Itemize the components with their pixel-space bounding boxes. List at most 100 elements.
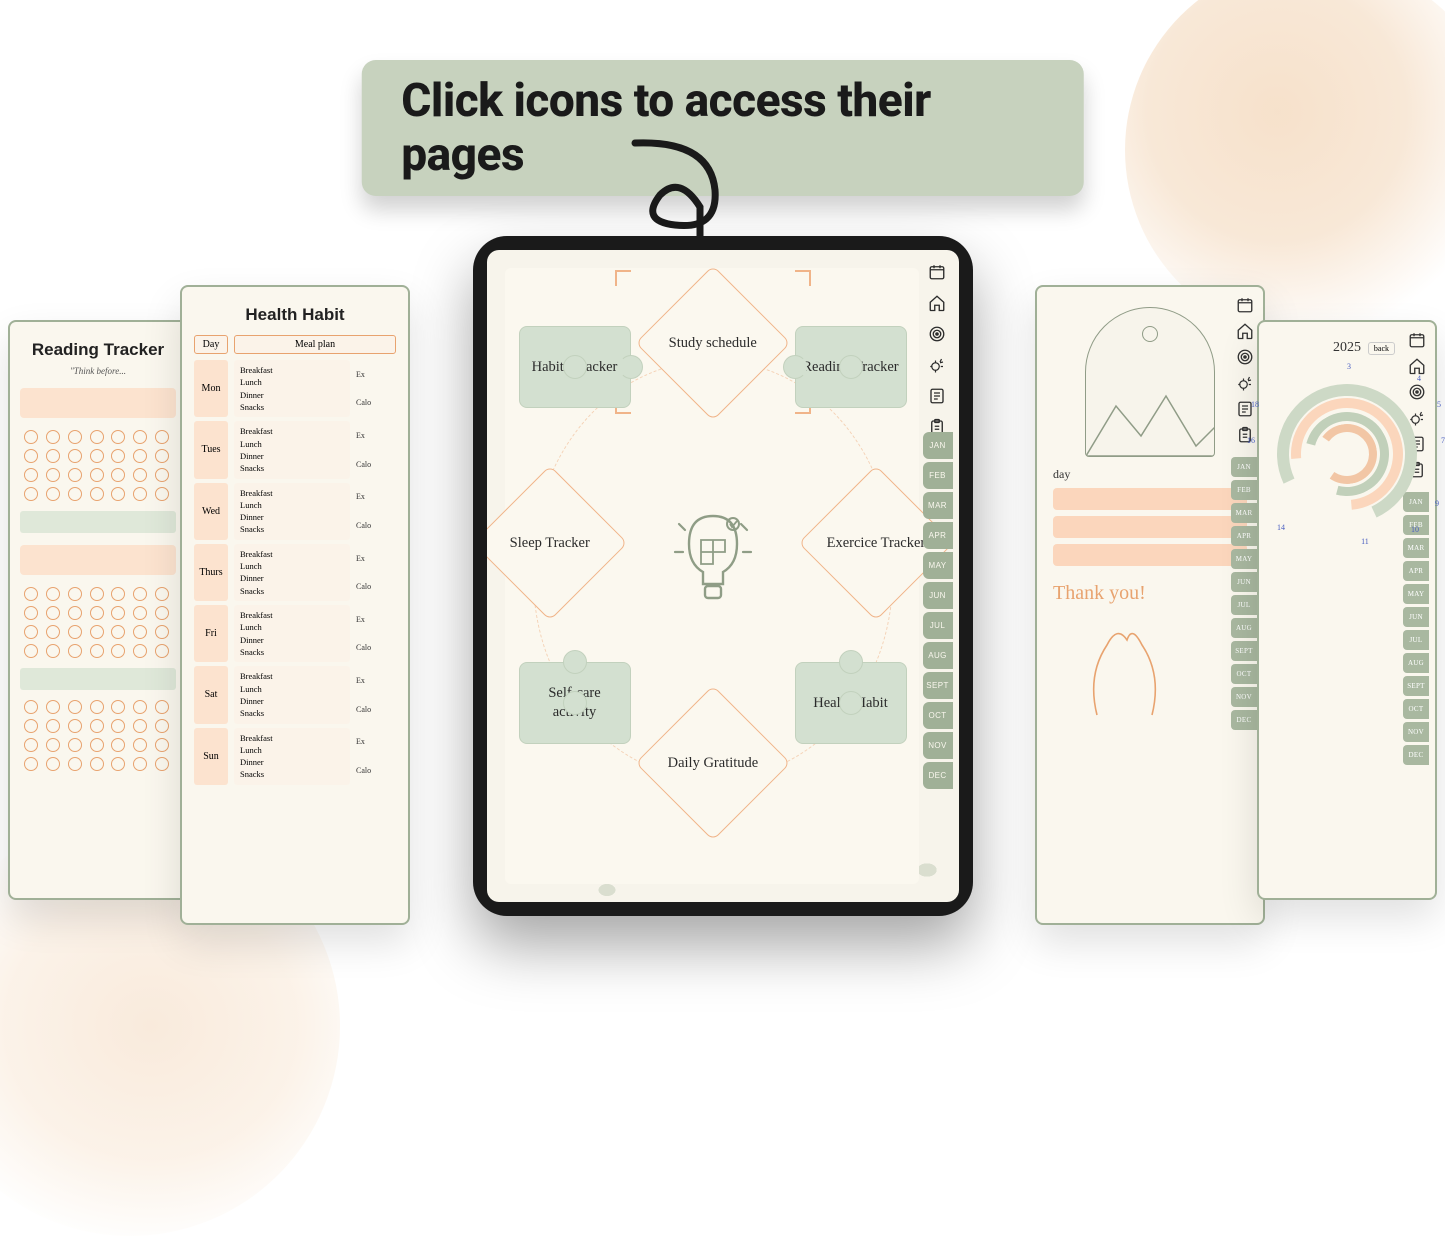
month-tab-jun[interactable]: JUN [923,582,953,609]
tracker-bubble[interactable] [90,487,104,501]
node-health-habit[interactable]: Health Habit [795,662,907,744]
tracker-bubble[interactable] [90,468,104,482]
tracker-bubble[interactable] [111,625,125,639]
tracker-bubble[interactable] [133,757,147,771]
tracker-bubble[interactable] [133,587,147,601]
tracker-bubble[interactable] [46,487,60,501]
tracker-bubble[interactable] [24,449,38,463]
tracker-bubble[interactable] [90,738,104,752]
tracker-bubble[interactable] [133,719,147,733]
month-tab-dec[interactable]: DEC [923,762,953,789]
tracker-bubble[interactable] [68,757,82,771]
tracker-bubble[interactable] [90,625,104,639]
tracker-bubble[interactable] [24,738,38,752]
tracker-bubble[interactable] [111,449,125,463]
month-tab-sept[interactable]: SEPT [923,672,953,699]
month-tab-jul[interactable]: JUL [923,612,953,639]
tracker-bubble[interactable] [133,430,147,444]
target-icon[interactable] [925,322,949,346]
tracker-bubble[interactable] [155,468,169,482]
tracker-bubble[interactable] [111,757,125,771]
month-tab-oct[interactable]: OCT [923,702,953,729]
tracker-bubble[interactable] [111,738,125,752]
notes-icon[interactable] [925,384,949,408]
month-tab-feb[interactable]: FEB [923,462,953,489]
node-reading-tracker[interactable]: Reading Tracker [795,326,907,408]
tracker-bubble[interactable] [90,606,104,620]
tracker-bubble[interactable] [46,625,60,639]
tracker-bubble[interactable] [133,487,147,501]
tracker-bubble[interactable] [68,738,82,752]
tracker-bubble[interactable] [155,644,169,658]
month-tab-jan[interactable]: JAN [923,432,953,459]
tracker-bubble[interactable] [24,719,38,733]
tracker-bubble[interactable] [155,757,169,771]
tracker-bubble[interactable] [46,719,60,733]
home-icon[interactable] [925,291,949,315]
tracker-bubble[interactable] [46,587,60,601]
tracker-bubble[interactable] [68,700,82,714]
tracker-bubble[interactable] [111,644,125,658]
tracker-bubble[interactable] [133,449,147,463]
tracker-bubble[interactable] [155,625,169,639]
tracker-bubble[interactable] [133,468,147,482]
month-tab-mar[interactable]: MAR [923,492,953,519]
tracker-bubble[interactable] [90,449,104,463]
tracker-bubble[interactable] [111,606,125,620]
node-self-care[interactable]: Self-care activity [519,662,631,744]
node-habits-tracker[interactable]: Habits Tracker [519,326,631,408]
tracker-bubble[interactable] [90,430,104,444]
tracker-bubble[interactable] [68,606,82,620]
tracker-bubble[interactable] [46,644,60,658]
tracker-bubble[interactable] [133,644,147,658]
tracker-bubble[interactable] [133,606,147,620]
tracker-bubble[interactable] [68,449,82,463]
month-tab-may[interactable]: MAY [923,552,953,579]
tracker-bubble[interactable] [46,468,60,482]
tracker-bubble[interactable] [24,757,38,771]
tracker-bubble[interactable] [68,587,82,601]
month-tab-aug[interactable]: AUG [923,642,953,669]
tracker-bubble[interactable] [68,719,82,733]
tracker-bubble[interactable] [24,644,38,658]
tracker-bubble[interactable] [133,625,147,639]
calendar-icon[interactable] [925,260,949,284]
tracker-bubble[interactable] [24,700,38,714]
month-tab-apr[interactable]: APR [923,522,953,549]
tracker-bubble[interactable] [46,449,60,463]
tracker-bubble[interactable] [24,606,38,620]
tracker-bubble[interactable] [68,468,82,482]
tracker-bubble[interactable] [155,738,169,752]
tracker-bubble[interactable] [90,587,104,601]
tracker-bubble[interactable] [68,487,82,501]
tracker-bubble[interactable] [111,719,125,733]
month-tab-nov[interactable]: NOV [923,732,953,759]
tracker-bubble[interactable] [90,719,104,733]
tracker-bubble[interactable] [24,625,38,639]
tracker-bubble[interactable] [24,587,38,601]
tracker-bubble[interactable] [133,700,147,714]
tracker-bubble[interactable] [24,468,38,482]
tracker-bubble[interactable] [90,700,104,714]
tracker-bubble[interactable] [155,587,169,601]
tracker-bubble[interactable] [46,430,60,444]
tracker-bubble[interactable] [111,700,125,714]
tracker-bubble[interactable] [111,587,125,601]
tracker-bubble[interactable] [24,430,38,444]
tracker-bubble[interactable] [155,430,169,444]
tracker-bubble[interactable] [111,430,125,444]
tracker-bubble[interactable] [133,738,147,752]
tracker-bubble[interactable] [46,757,60,771]
tracker-bubble[interactable] [111,487,125,501]
tracker-bubble[interactable] [155,449,169,463]
sparkle-icon[interactable] [925,353,949,377]
tracker-bubble[interactable] [155,487,169,501]
tracker-bubble[interactable] [155,606,169,620]
tracker-bubble[interactable] [68,625,82,639]
back-button[interactable]: back [1368,342,1395,355]
tracker-bubble[interactable] [46,738,60,752]
tracker-bubble[interactable] [68,430,82,444]
tracker-bubble[interactable] [155,700,169,714]
tracker-bubble[interactable] [90,757,104,771]
tracker-bubble[interactable] [155,719,169,733]
